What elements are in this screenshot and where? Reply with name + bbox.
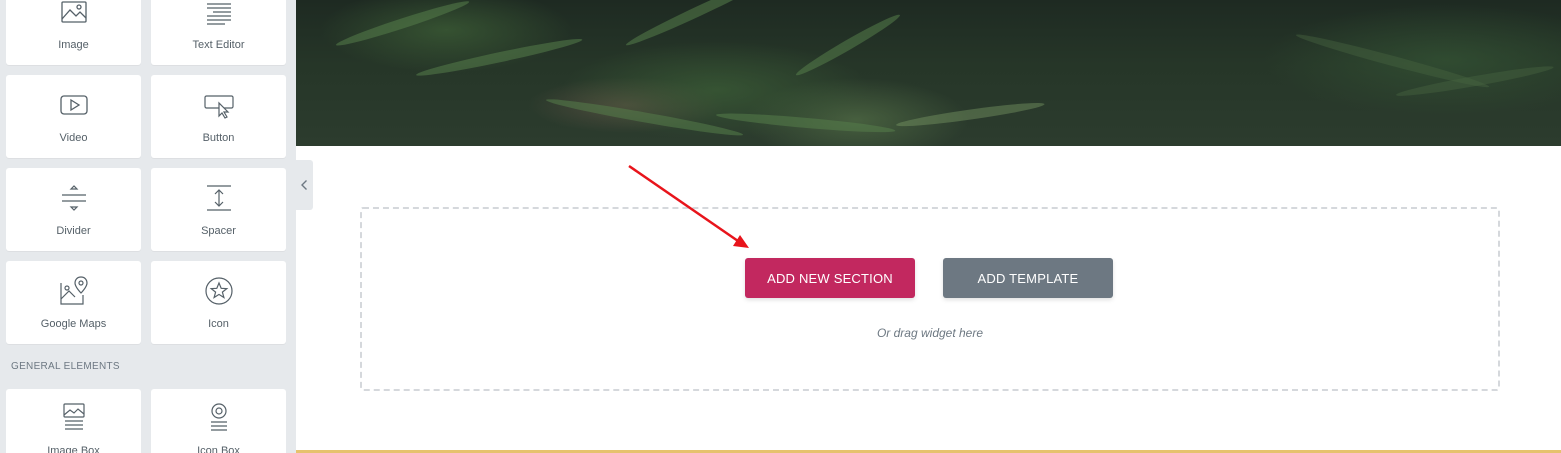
empty-section-dropzone[interactable]	[360, 207, 1500, 391]
widget-label: Text Editor	[192, 39, 245, 51]
widget-text-editor[interactable]: Text Editor	[151, 0, 286, 65]
widget-label: Spacer	[201, 225, 236, 237]
widget-label: Video	[59, 132, 88, 144]
widget-label: Image Box	[47, 445, 100, 453]
icon-box-icon	[203, 401, 235, 433]
image-icon	[58, 0, 90, 28]
star-icon	[203, 275, 235, 307]
widget-image[interactable]: Image	[6, 0, 141, 65]
widget-google-maps[interactable]: Google Maps	[6, 261, 141, 344]
widget-label: Button	[202, 132, 235, 144]
widget-label: Icon Box	[197, 445, 240, 453]
widget-panel: Image Text Editor Video Button Divider S…	[0, 0, 296, 453]
widget-label: Image	[58, 39, 89, 51]
hero-background-image	[296, 0, 1561, 146]
widget-label: Icon	[208, 318, 229, 330]
widget-divider[interactable]: Divider	[6, 168, 141, 251]
chevron-left-icon	[301, 180, 307, 190]
widget-video[interactable]: Video	[6, 75, 141, 158]
widget-label: Google Maps	[40, 318, 107, 330]
section-title-general-elements: GENERAL ELEMENTS	[11, 361, 120, 372]
add-template-button[interactable]: ADD TEMPLATE	[943, 258, 1113, 298]
spacer-icon	[203, 182, 235, 214]
widget-icon-box[interactable]: Icon Box	[151, 389, 286, 453]
divider-icon	[58, 182, 90, 214]
google-maps-icon	[58, 275, 90, 307]
widget-label: Divider	[56, 225, 91, 237]
drag-widget-hint: Or drag widget here	[876, 326, 984, 340]
image-box-icon	[58, 401, 90, 433]
button-icon	[203, 89, 235, 121]
text-editor-icon	[203, 0, 235, 28]
widget-image-box[interactable]: Image Box	[6, 389, 141, 453]
add-new-section-button[interactable]: ADD NEW SECTION	[745, 258, 915, 298]
widget-spacer[interactable]: Spacer	[151, 168, 286, 251]
widget-icon[interactable]: Icon	[151, 261, 286, 344]
widget-button[interactable]: Button	[151, 75, 286, 158]
video-icon	[58, 89, 90, 121]
collapse-panel-button[interactable]	[296, 160, 313, 210]
